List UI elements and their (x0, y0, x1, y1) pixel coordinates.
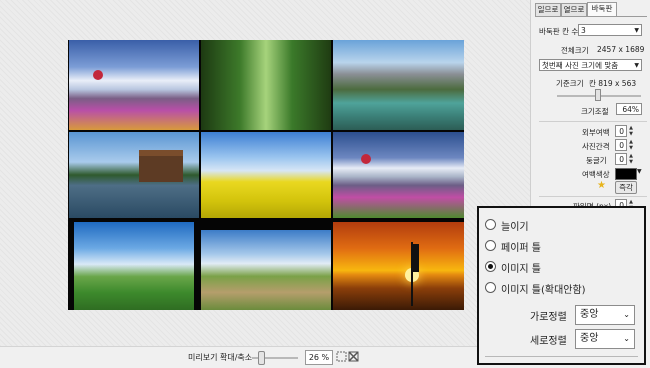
collage-preview (68, 40, 464, 310)
star-icon[interactable]: ★ (597, 180, 606, 191)
photo-country-road (201, 230, 331, 310)
outer-margin-spinner[interactable]: ▲ ▼ (628, 125, 634, 137)
divider (539, 196, 647, 197)
red-tree (93, 70, 103, 80)
v-align-label: 세로정렬 (530, 336, 567, 347)
chevron-down-icon: ▼ (634, 27, 639, 34)
tab-rows[interactable]: 일므로 (535, 3, 561, 16)
grid-count-select[interactable]: 3 ▼ (578, 24, 642, 36)
cabin (139, 150, 183, 182)
base-size-value: 칸 819 x 563 (589, 79, 637, 88)
photo-sunset-sea (333, 222, 464, 310)
radio-image-frame-no-enlarge[interactable] (485, 282, 496, 293)
tab-grid[interactable]: 바둑판 (587, 2, 617, 16)
outer-margin-field[interactable]: 0 (615, 125, 627, 137)
photo-gap-label: 사진간격 (582, 142, 610, 151)
photo-green-field-tree (74, 222, 194, 310)
option-paper-frame-label: 페이퍼 틀 (501, 243, 541, 254)
fit-option-select[interactable]: 첫번째 사진 크기에 맞춤 ▼ (539, 59, 642, 71)
chevron-down-icon: ▼ (634, 62, 639, 69)
photo-mountain-meadow (69, 40, 199, 130)
tab-columns[interactable]: 열므로 (561, 3, 587, 16)
photo-alpine-lake (333, 40, 464, 130)
base-size-slider-thumb[interactable] (595, 89, 601, 101)
option-image-frame-no-enlarge-label: 이미지 틀(확대안함) (501, 285, 586, 296)
grid-count-label: 바둑판 칸 수 (539, 27, 579, 36)
zoom-slider-thumb[interactable] (258, 351, 265, 365)
chevron-down-icon: ⌄ (623, 310, 630, 319)
actual-size-icon[interactable] (348, 351, 359, 362)
preview-zoom-bar: 미리보기 확대/축소 26 % (0, 346, 531, 368)
round-spinner[interactable]: ▲ ▼ (628, 153, 634, 165)
radio-paper-frame[interactable] (485, 240, 496, 251)
chevron-down-icon: ⌄ (623, 334, 630, 343)
zoom-label: 미리보기 확대/축소 (188, 353, 253, 362)
h-align-label: 가로정렬 (530, 312, 567, 323)
radio-stretch[interactable] (485, 219, 496, 230)
option-image-frame-label: 이미지 틀 (501, 264, 541, 275)
margin-color-label: 여백색상 (582, 170, 610, 179)
round-label: 둥글기 (586, 156, 607, 165)
radio-image-frame[interactable] (485, 261, 496, 272)
frame-options-popup: 늘이기 페이퍼 틀 이미지 틀 이미지 틀(확대안함) 가로정렬 중앙 ⌄ 세로정… (477, 206, 646, 365)
h-align-value: 중앙 (580, 309, 599, 320)
photo-gap-spinner[interactable]: ▲ ▼ (628, 139, 634, 151)
fit-to-window-icon[interactable] (336, 351, 347, 362)
fit-option-value: 첫번째 사진 크기에 맞춤 (542, 61, 619, 70)
favorites-button[interactable]: 즉각 (615, 181, 637, 194)
zoom-value-field[interactable]: 26 % (305, 350, 333, 365)
red-tree (361, 154, 371, 164)
outer-margin-label: 외부여백 (582, 128, 610, 137)
flag (413, 244, 419, 272)
divider (485, 356, 638, 357)
total-size-value: 2457 x 1689 (597, 45, 645, 54)
option-stretch-label: 늘이기 (501, 222, 529, 233)
divider (539, 121, 647, 122)
preview-area (0, 0, 531, 346)
scale-field[interactable]: 64% (616, 103, 642, 115)
base-size-label: 기준크기 (556, 79, 584, 88)
photo-mountain-meadow-2 (333, 132, 464, 218)
photo-gap-field[interactable]: 0 (615, 139, 627, 151)
photo-tree-lined-canal (201, 40, 331, 130)
photo-lakeside-cabin (69, 132, 199, 218)
v-align-select[interactable]: 중앙 ⌄ (575, 329, 635, 349)
total-size-label: 전체크기 (561, 46, 589, 55)
v-align-value: 중앙 (580, 333, 599, 344)
round-field[interactable]: 0 (615, 153, 627, 165)
margin-color-swatch[interactable] (615, 168, 637, 180)
grid-count-value: 3 (581, 26, 586, 35)
photo-rapeseed-field (201, 132, 331, 218)
h-align-select[interactable]: 중앙 ⌄ (575, 305, 635, 325)
scale-label: 크기조절 (581, 107, 609, 116)
chevron-down-icon[interactable]: ▼ (637, 168, 642, 175)
